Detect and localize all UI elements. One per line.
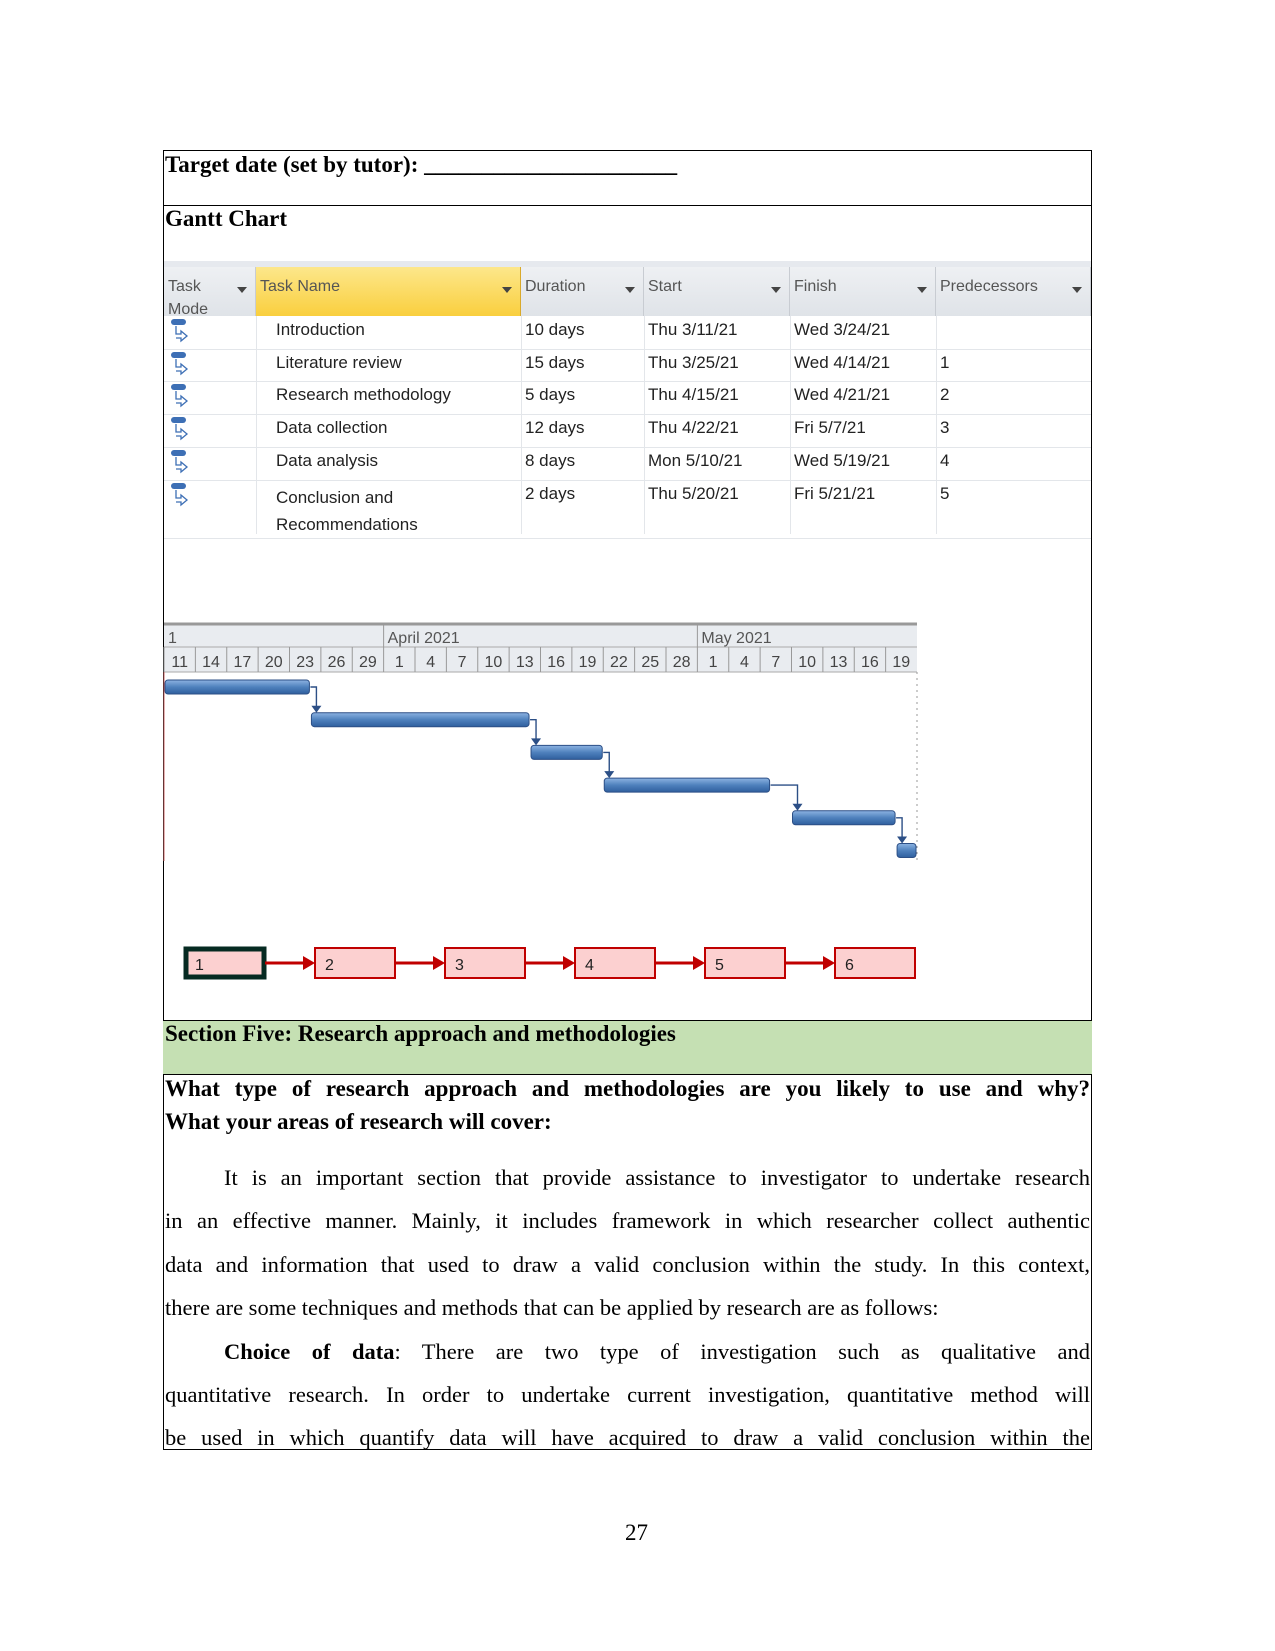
day-tick-label: 29 (359, 654, 377, 671)
dependency-link (896, 817, 903, 838)
month-label: April 2021 (388, 630, 460, 647)
day-tick-label: 20 (265, 654, 283, 671)
dependency-link (310, 686, 318, 707)
dependency-link (530, 719, 537, 740)
day-tick-label: 28 (673, 654, 691, 671)
target-date-label: Target date (set by tutor): ____________… (165, 152, 678, 177)
network-node-label: 6 (845, 957, 854, 974)
day-tick-label: 26 (328, 654, 346, 671)
month-label: May 2021 (701, 630, 771, 647)
day-tick-label: 10 (485, 654, 503, 671)
dependency-link (770, 784, 799, 805)
network-node-label: 1 (195, 957, 204, 974)
day-tick-label: 19 (579, 654, 597, 671)
section-heading: Section Five: Research approach and meth… (165, 1021, 676, 1046)
gantt-bar[interactable] (896, 843, 917, 858)
choice-of-data-label: Choice of data (224, 1338, 395, 1364)
day-tick-label: 25 (641, 654, 659, 671)
day-tick-label: 16 (861, 654, 879, 671)
day-tick-label: 13 (830, 654, 848, 671)
gantt-bar[interactable] (164, 679, 310, 695)
network-arrow (433, 956, 445, 970)
day-tick-label: 23 (296, 654, 314, 671)
divider (163, 205, 1092, 206)
page-number: 27 (625, 1520, 648, 1545)
timeline: 1 April 2021 May 202111 14 17 20 23 26 29 1 4 7 10 13… (163, 622, 918, 980)
day-tick-label: 1 (709, 654, 718, 671)
network-node-label: 3 (455, 957, 464, 974)
gantt-heading: Gantt Chart (165, 206, 288, 231)
day-tick-label: 22 (610, 654, 628, 671)
network-arrow (823, 956, 835, 970)
dependency-arrow (604, 771, 615, 779)
day-tick-label: 13 (516, 654, 534, 671)
day-tick-label: 16 (547, 654, 565, 671)
day-tick-label: 7 (458, 654, 467, 671)
dependency-link (603, 751, 610, 773)
gantt-chart-image: Task Mode Task Name Duration Start Finis… (163, 261, 1091, 1020)
body-text: It is an important section that provide … (165, 1165, 1090, 1451)
network-node-label: 4 (585, 957, 594, 974)
gantt-bar[interactable] (530, 744, 603, 760)
question: What type of research approach and metho… (165, 1076, 1090, 1134)
network-arrow (693, 956, 705, 970)
gantt-bar[interactable] (603, 777, 771, 793)
day-tick-label: 1 (395, 654, 404, 671)
network-node-label: 2 (325, 957, 334, 974)
day-tick-label: 19 (892, 654, 910, 671)
document-page: Target date (set by tutor): ____________… (0, 0, 1275, 1651)
network-arrow (303, 956, 315, 970)
day-tick-label: 4 (740, 654, 749, 671)
day-tick-label: 11 (171, 654, 188, 671)
dependency-arrow (531, 738, 542, 746)
dependency-arrow (311, 705, 322, 713)
gantt-bar[interactable] (792, 810, 896, 826)
network-node-label: 5 (715, 957, 724, 974)
dependency-arrow (792, 803, 803, 811)
day-tick-label: 4 (426, 654, 435, 671)
gantt-bar[interactable] (310, 712, 530, 728)
dependency-arrow (897, 836, 908, 844)
day-tick-label: 17 (234, 654, 252, 671)
network-arrow (563, 956, 575, 970)
day-tick-label: 7 (771, 654, 780, 671)
day-tick-label: 14 (202, 654, 220, 671)
day-tick-label: 10 (798, 654, 816, 671)
month-label: 1 (168, 630, 177, 647)
